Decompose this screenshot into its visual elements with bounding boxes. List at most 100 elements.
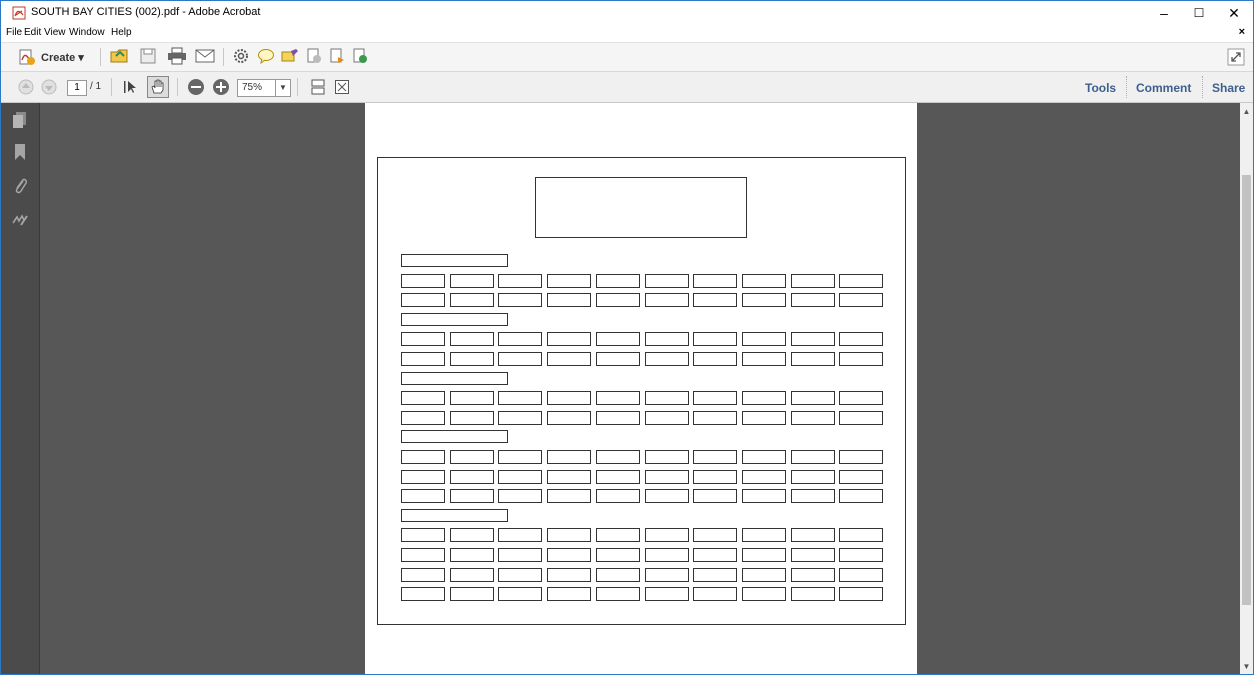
- menu-help[interactable]: Help: [111, 27, 132, 38]
- form-field-cell[interactable]: [693, 293, 738, 308]
- form-field-cell[interactable]: [595, 528, 640, 543]
- form-field-cell[interactable]: [741, 548, 786, 562]
- form-field-cell[interactable]: [595, 567, 640, 582]
- form-field-cell[interactable]: [498, 489, 543, 504]
- settings-icon[interactable]: [233, 48, 249, 64]
- form-field-cell[interactable]: [644, 410, 689, 425]
- form-field-cell[interactable]: [547, 528, 592, 543]
- form-field-cell[interactable]: [595, 293, 640, 308]
- form-field-cell[interactable]: [401, 489, 445, 504]
- form-field-cell[interactable]: [693, 489, 738, 504]
- form-field-cell[interactable]: [839, 332, 884, 347]
- form-field-cell[interactable]: [401, 567, 445, 582]
- chevron-down-icon[interactable]: ▼: [275, 80, 290, 96]
- form-field-cell[interactable]: [644, 548, 689, 562]
- form-field-cell[interactable]: [741, 567, 786, 582]
- form-field-cell[interactable]: [839, 469, 884, 484]
- form-field-cell[interactable]: [449, 567, 494, 582]
- form-field-cell[interactable]: [595, 587, 640, 602]
- form-field-cell[interactable]: [498, 450, 543, 464]
- form-field-cell[interactable]: [547, 410, 592, 425]
- full-screen-icon[interactable]: [1227, 48, 1245, 66]
- form-field-cell[interactable]: [449, 332, 494, 347]
- form-field-cell[interactable]: [449, 450, 494, 464]
- form-field-cell[interactable]: [839, 293, 884, 308]
- form-field-cell[interactable]: [449, 548, 494, 562]
- form-field-cell[interactable]: [741, 293, 786, 308]
- form-field-cell[interactable]: [693, 410, 738, 425]
- combine-icon[interactable]: [329, 48, 345, 64]
- form-field-cell[interactable]: [839, 567, 884, 582]
- form-field-cell[interactable]: [644, 567, 689, 582]
- form-field-cell[interactable]: [644, 293, 689, 308]
- form-field-cell[interactable]: [498, 587, 543, 602]
- comment-icon[interactable]: [257, 48, 275, 64]
- form-field-cell[interactable]: [401, 273, 445, 288]
- create-button[interactable]: Create ▾: [41, 51, 84, 64]
- email-icon[interactable]: [195, 48, 215, 64]
- export-icon[interactable]: [306, 48, 322, 64]
- form-field-cell[interactable]: [741, 391, 786, 406]
- form-field-cell[interactable]: [401, 410, 445, 425]
- form-field-cell[interactable]: [595, 450, 640, 464]
- form-field-cell[interactable]: [547, 273, 592, 288]
- form-field-cell[interactable]: [741, 528, 786, 543]
- form-field-cell[interactable]: [693, 469, 738, 484]
- form-field-cell[interactable]: [547, 352, 592, 366]
- save-icon[interactable]: [139, 47, 157, 65]
- highlight-icon[interactable]: [281, 48, 299, 64]
- form-field-cell[interactable]: [547, 293, 592, 308]
- menu-window[interactable]: Window: [69, 27, 105, 38]
- form-field-cell[interactable]: [839, 548, 884, 562]
- form-field-cell[interactable]: [693, 352, 738, 366]
- form-field-cell[interactable]: [693, 273, 738, 288]
- form-field-cell[interactable]: [449, 489, 494, 504]
- close-button[interactable]: ✕: [1217, 1, 1251, 25]
- section-header-field[interactable]: [401, 508, 508, 522]
- form-field-cell[interactable]: [644, 489, 689, 504]
- zoom-out-icon[interactable]: [187, 78, 205, 96]
- menu-view[interactable]: View: [44, 27, 66, 38]
- form-field-cell[interactable]: [741, 332, 786, 347]
- scrollbar-thumb[interactable]: [1242, 175, 1251, 605]
- form-field-cell[interactable]: [644, 469, 689, 484]
- signatures-icon[interactable]: [12, 211, 28, 229]
- form-field-cell[interactable]: [401, 352, 445, 366]
- form-field-cell[interactable]: [790, 332, 835, 347]
- form-field-cell[interactable]: [790, 528, 835, 543]
- form-field-cell[interactable]: [498, 469, 543, 484]
- form-field-cell[interactable]: [401, 587, 445, 602]
- form-field-cell[interactable]: [839, 391, 884, 406]
- form-field-cell[interactable]: [790, 450, 835, 464]
- form-field-cell[interactable]: [498, 352, 543, 366]
- form-field-cell[interactable]: [790, 391, 835, 406]
- form-field-cell[interactable]: [741, 410, 786, 425]
- form-field-cell[interactable]: [595, 332, 640, 347]
- create-pdf-icon[interactable]: [18, 48, 36, 66]
- section-header-field[interactable]: [401, 312, 508, 326]
- zoom-in-icon[interactable]: [212, 78, 230, 96]
- form-field-cell[interactable]: [449, 528, 494, 543]
- form-field-cell[interactable]: [401, 469, 445, 484]
- form-field-cell[interactable]: [498, 548, 543, 562]
- form-field-cell[interactable]: [547, 489, 592, 504]
- form-field-cell[interactable]: [839, 528, 884, 543]
- form-field-cell[interactable]: [498, 567, 543, 582]
- form-field-cell[interactable]: [790, 410, 835, 425]
- form-field-cell[interactable]: [644, 273, 689, 288]
- menu-edit[interactable]: Edit: [24, 27, 41, 38]
- form-field-cell[interactable]: [449, 273, 494, 288]
- form-field-cell[interactable]: [741, 469, 786, 484]
- form-field-cell[interactable]: [644, 332, 689, 347]
- form-field-cell[interactable]: [401, 391, 445, 406]
- form-field-cell[interactable]: [790, 489, 835, 504]
- tools-pane-button[interactable]: Tools: [1085, 81, 1116, 95]
- form-field-cell[interactable]: [498, 391, 543, 406]
- scroll-down-icon[interactable]: ▼: [1240, 662, 1253, 674]
- form-field-cell[interactable]: [790, 548, 835, 562]
- form-field-cell[interactable]: [547, 587, 592, 602]
- form-field-cell[interactable]: [790, 469, 835, 484]
- zoom-select[interactable]: 75% ▼: [237, 79, 291, 97]
- form-field-cell[interactable]: [644, 391, 689, 406]
- form-field-cell[interactable]: [693, 332, 738, 347]
